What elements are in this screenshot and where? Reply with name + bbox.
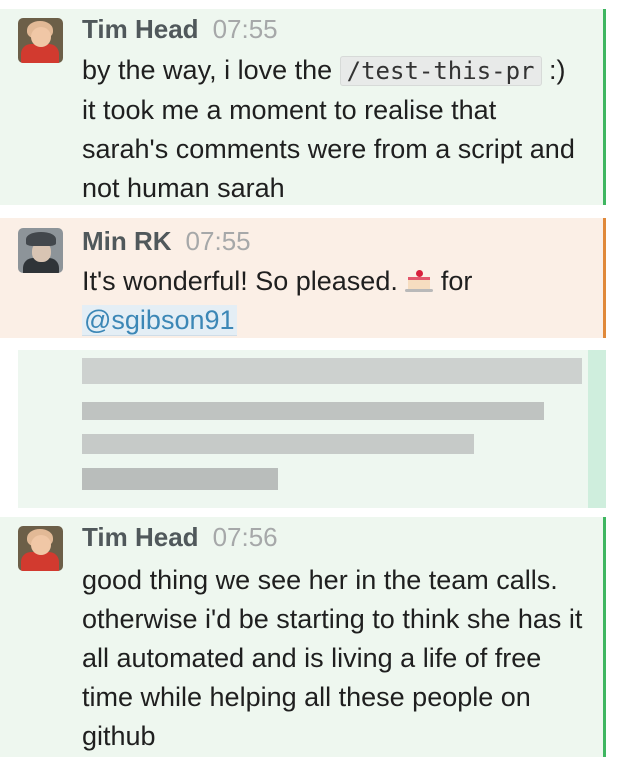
cake-emoji-icon (405, 270, 434, 292)
message-accent-bar (603, 517, 606, 757)
author-name[interactable]: Min RK (82, 226, 172, 256)
avatar[interactable] (18, 18, 63, 63)
message-text: good thing we see her in the team calls.… (82, 565, 583, 751)
timestamp: 07:55 (185, 226, 251, 256)
message-accent-bar (603, 9, 606, 205)
chat-message[interactable]: Min RK 07:55 It's wonderful! So pleased. … (0, 218, 606, 338)
user-mention[interactable]: @sgibson91 (82, 305, 237, 336)
avatar[interactable] (18, 228, 63, 273)
message-text: It's wonderful! So pleased. for @sgibson… (82, 266, 473, 336)
timestamp: 07:56 (212, 522, 278, 552)
timestamp: 07:55 (212, 14, 278, 44)
inline-code: /test-this-pr (339, 56, 542, 86)
author-name[interactable]: Tim Head (82, 522, 199, 552)
message-accent-bar (603, 218, 606, 338)
redacted-message (18, 350, 606, 508)
avatar[interactable] (18, 526, 63, 571)
message-text: by the way, i love the /test-this-pr :) … (82, 55, 575, 203)
author-name[interactable]: Tim Head (82, 14, 199, 44)
chat-message[interactable]: Tim Head 07:55 by the way, i love the /te… (0, 9, 606, 205)
chat-message[interactable]: Tim Head 07:56 good thing we see her in t… (0, 517, 606, 757)
